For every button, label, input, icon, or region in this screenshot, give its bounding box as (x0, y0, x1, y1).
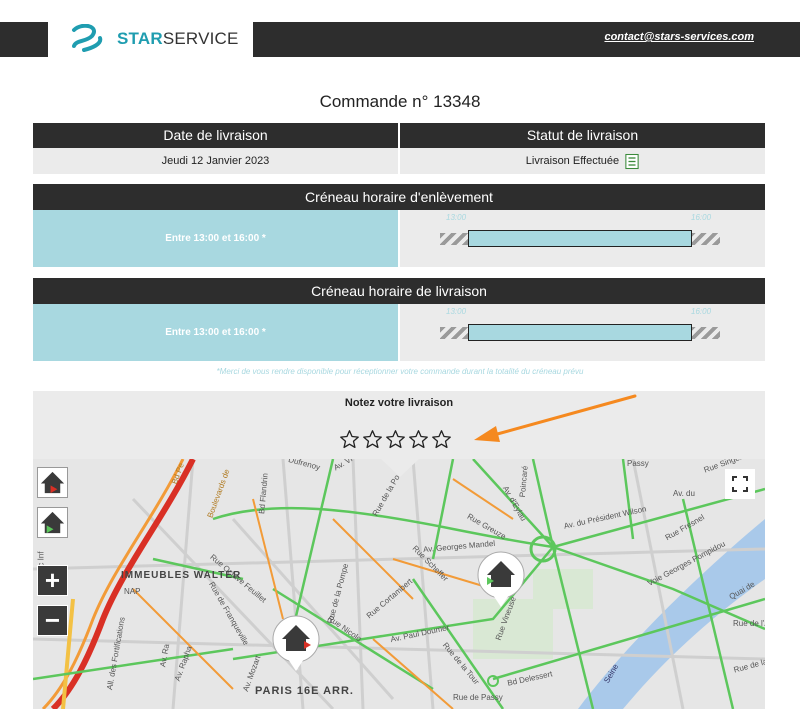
star-icon[interactable] (408, 429, 429, 450)
pickup-slot-header: Créneau horaire d'enlèvement (33, 184, 765, 210)
delivery-map[interactable]: NAP IMMEUBLES WALTER PARIS 16E ARR. Av. … (33, 459, 765, 709)
star-icon[interactable] (431, 429, 452, 450)
logo[interactable]: STARSERVICE (48, 20, 253, 57)
pickup-slot-bar (468, 230, 692, 247)
date-value: Jeudi 12 Janvier 2023 (33, 148, 398, 174)
pickup-slot-label: Entre 13:00 et 16:00 * (33, 210, 398, 267)
contact-email-link[interactable]: contact@stars-services.com (604, 31, 754, 43)
delivery-end-time: 16:00 (691, 307, 712, 316)
map-street: Rue de l'A (733, 619, 765, 628)
pickup-timeline: 13:00 16:00 (400, 210, 765, 267)
zoom-out-button[interactable]: − (37, 605, 68, 636)
delivery-hatch-left (440, 327, 470, 339)
status-value: Livraison Effectuée (525, 155, 620, 167)
delivery-slot-label: Entre 13:00 et 16:00 * (33, 304, 398, 361)
starservice-logo-icon (72, 24, 103, 52)
delivery-slot-header: Créneau horaire de livraison (33, 278, 765, 304)
delivery-location-pin[interactable] (473, 551, 529, 609)
status-header: Statut de livraison (400, 123, 765, 148)
star-icon[interactable] (362, 429, 383, 450)
map-street: Av. du (673, 489, 695, 498)
map-label: NAP (124, 587, 141, 596)
map-street: Passy (627, 459, 649, 468)
delivery-hatch-right (690, 327, 720, 339)
top-bar: STARSERVICE contact@stars-services.com (0, 0, 800, 57)
status-cell: Livraison Effectuée (400, 148, 765, 174)
pickup-start-time: 13:00 (446, 213, 467, 222)
fullscreen-button[interactable] (725, 469, 755, 499)
pickup-hatch-right (690, 233, 720, 245)
map-district-label: PARIS 16E ARR. (255, 685, 354, 697)
availability-note: *Merci de vous rendre disponible pour ré… (216, 367, 584, 376)
home-icon (40, 511, 65, 534)
rating-title: Notez votre livraison (344, 397, 454, 409)
pickup-end-time: 16:00 (691, 213, 712, 222)
logo-text: STARSERVICE (117, 29, 239, 48)
home-delivery-button[interactable] (37, 507, 68, 538)
map-street: Rue de Passy (453, 693, 503, 702)
page-title: Commande n° 13348 (319, 92, 481, 111)
delivery-timeline: 13:00 16:00 (400, 304, 765, 361)
rating-stars (339, 429, 452, 450)
star-icon[interactable] (339, 429, 360, 450)
arrow-annotation (474, 394, 637, 442)
delivery-start-time: 13:00 (446, 307, 467, 316)
home-pickup-button[interactable] (37, 467, 68, 498)
checklist-icon (625, 153, 639, 169)
delivery-slot-bar (468, 324, 692, 341)
date-header: Date de livraison (33, 123, 398, 148)
home-icon (40, 471, 65, 494)
zoom-in-button[interactable]: + (37, 565, 68, 596)
rating-panel: Notez votre livraison (33, 391, 765, 459)
pickup-location-pin[interactable] (268, 615, 324, 673)
fullscreen-icon (732, 476, 748, 492)
star-icon[interactable] (385, 429, 406, 450)
pickup-hatch-left (440, 233, 470, 245)
